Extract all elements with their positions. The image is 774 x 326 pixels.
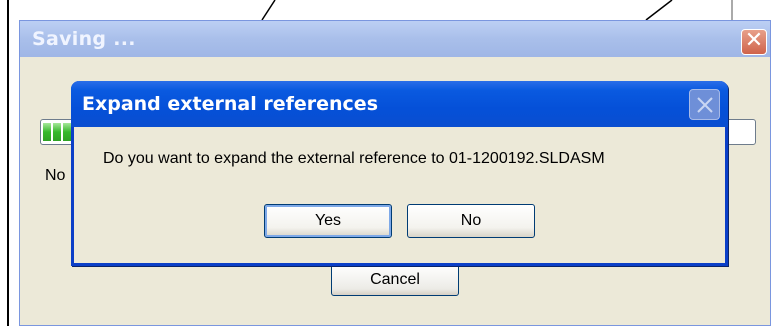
expand-references-dialog: Expand external references Do you want t… xyxy=(71,81,728,266)
cancel-button[interactable]: Cancel xyxy=(331,264,459,296)
saving-close-button[interactable]: ✕ xyxy=(741,29,767,55)
close-icon: ✕ xyxy=(744,28,764,53)
close-icon xyxy=(697,97,713,113)
saving-title: Saving ... xyxy=(32,28,136,50)
progress-segment xyxy=(53,123,61,141)
saving-titlebar[interactable]: Saving ... ✕ xyxy=(20,21,770,57)
expand-titlebar[interactable]: Expand external references xyxy=(71,81,728,127)
progress-fill xyxy=(43,123,71,141)
expand-title: Expand external references xyxy=(82,93,379,115)
expand-message: Do you want to expand the external refer… xyxy=(103,150,605,167)
yes-button[interactable]: Yes xyxy=(264,204,392,238)
expand-close-button[interactable] xyxy=(689,89,720,120)
progress-segment xyxy=(43,123,51,141)
progress-segment xyxy=(63,123,71,141)
saving-status-text: No xyxy=(45,167,66,184)
no-button[interactable]: No xyxy=(407,204,535,238)
